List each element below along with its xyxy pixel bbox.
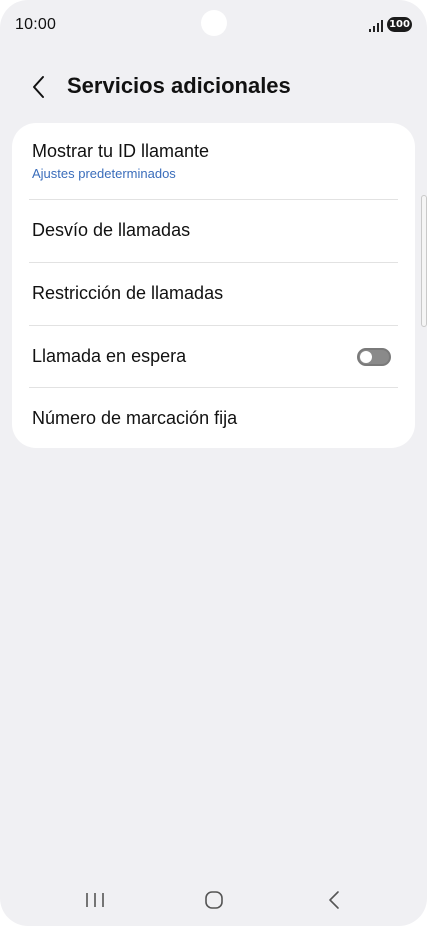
scroll-indicator[interactable] [421,195,427,327]
phone-screen: 10:00 100 Servicios adicionales Mostrar … [0,0,427,926]
signal-bars-icon [369,20,383,32]
caller-id-value: Ajustes predeterminados [32,166,176,181]
home-button[interactable] [194,886,234,914]
call-waiting-label: Llamada en espera [32,346,187,366]
camera-cutout [201,10,227,36]
battery-indicator: 100 [387,17,412,32]
recents-button[interactable] [75,886,115,914]
fixed-dialing-label: Número de marcación fija [32,408,238,428]
settings-card: Mostrar tu ID llamante Ajustes predeterm… [12,123,415,448]
caller-id-label: Mostrar tu ID llamante [32,141,210,161]
nav-back-button[interactable] [314,886,354,914]
call-barring-label: Restricción de llamadas [32,283,224,303]
recents-icon [86,893,104,907]
status-time: 10:00 [15,16,57,33]
home-icon [205,891,223,909]
status-bar: 10:00 100 [0,0,427,52]
call-forwarding-label: Desvío de llamadas [32,220,191,240]
call-waiting-toggle[interactable] [357,348,391,366]
call-forwarding-setting[interactable]: Desvío de llamadas [12,200,415,262]
toggle-knob [360,351,372,363]
fixed-dialing-setting[interactable]: Número de marcación fija [12,388,415,448]
back-button[interactable] [26,72,54,102]
call-waiting-setting[interactable]: Llamada en espera [12,326,415,388]
chevron-left-icon [33,76,44,98]
caller-id-setting[interactable]: Mostrar tu ID llamante Ajustes predeterm… [12,123,415,199]
page-title: Servicios adicionales [67,73,291,98]
back-icon [329,891,339,909]
call-barring-setting[interactable]: Restricción de llamadas [12,263,415,325]
